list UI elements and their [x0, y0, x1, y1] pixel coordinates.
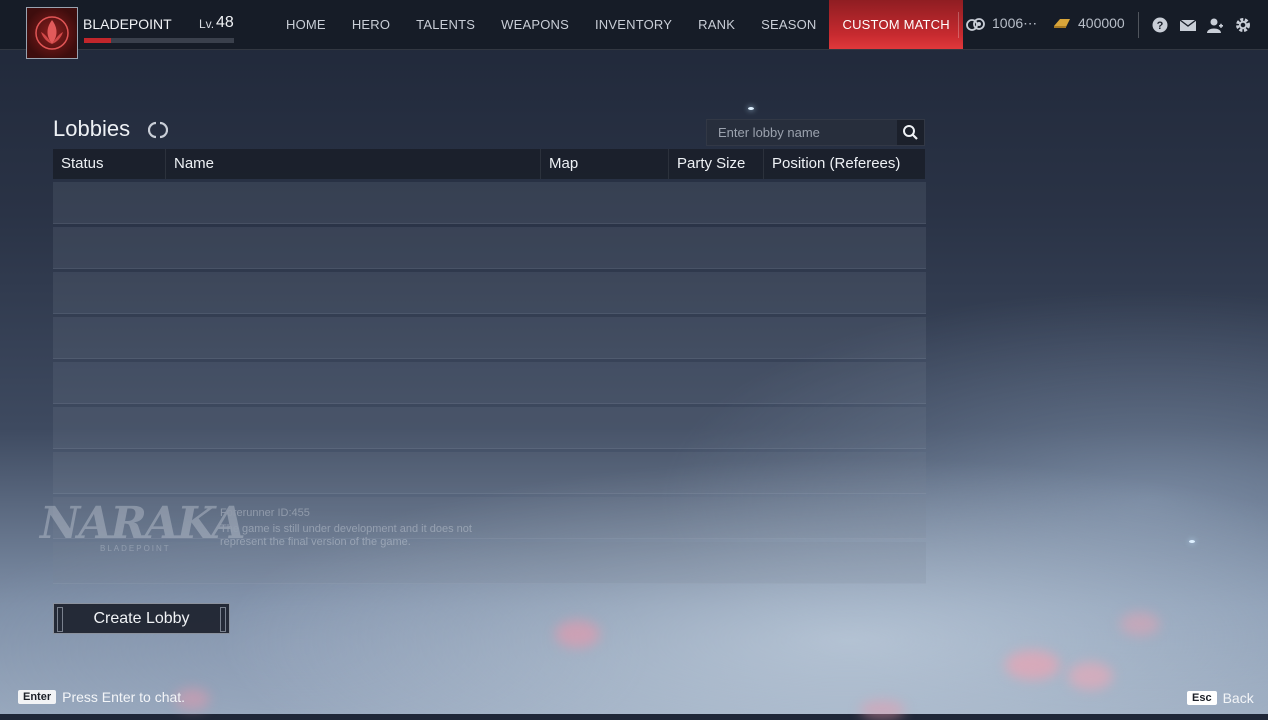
column-header-position[interactable]: Position (Referees) — [764, 149, 925, 179]
chat-hint-text: Press Enter to chat. — [62, 689, 186, 705]
divider — [1138, 12, 1139, 38]
player-name: BLADEPOINT — [83, 16, 172, 32]
column-header-party-size[interactable]: Party Size — [669, 149, 764, 179]
lotus-light — [1005, 650, 1060, 680]
nav-rank[interactable]: RANK — [685, 0, 748, 49]
table-header: Status Name Map Party Size Position (Ref… — [53, 149, 925, 179]
table-row[interactable] — [53, 227, 926, 269]
table-row[interactable] — [53, 362, 926, 404]
cloud-coin-icon — [966, 17, 985, 31]
emblem-icon — [35, 16, 69, 50]
gold-currency[interactable]: 400000 — [1052, 15, 1125, 31]
back-button[interactable]: Esc Back — [1187, 690, 1254, 706]
player-avatar[interactable] — [26, 7, 78, 59]
lobby-search — [706, 119, 925, 146]
coin-currency[interactable]: 1006⋯ — [966, 15, 1037, 32]
button-ornament — [57, 607, 63, 632]
coin-amount: 1006⋯ — [992, 15, 1038, 31]
divider — [958, 12, 959, 38]
development-note: The game is still under development and … — [220, 523, 472, 548]
refresh-icon[interactable] — [148, 120, 168, 140]
table-row[interactable] — [53, 182, 926, 224]
svg-text:?: ? — [1157, 20, 1164, 32]
xp-bar — [84, 38, 234, 43]
nav-custom-match[interactable]: CUSTOM MATCH — [829, 0, 963, 49]
table-row[interactable] — [53, 407, 926, 449]
nav-hero[interactable]: HERO — [339, 0, 403, 49]
lotus-light — [555, 620, 600, 648]
lotus-light — [1068, 662, 1113, 690]
lotus-light — [1120, 612, 1160, 636]
level-prefix: Lv. — [199, 17, 215, 31]
column-header-map[interactable]: Map — [541, 149, 669, 179]
top-bar: BLADEPOINT Lv. 48 HOME HERO TALENTS WEAP… — [0, 0, 1268, 59]
esc-key: Esc — [1187, 691, 1217, 705]
nav-season[interactable]: SEASON — [748, 0, 829, 49]
chat-hint[interactable]: Enter Press Enter to chat. — [18, 689, 185, 705]
table-row[interactable] — [53, 452, 926, 494]
search-input[interactable] — [707, 120, 897, 145]
help-icon[interactable]: ? — [1151, 16, 1169, 34]
create-lobby-button[interactable]: Create Lobby — [53, 603, 230, 634]
page-title: Lobbies — [53, 116, 131, 141]
nav-home[interactable]: HOME — [273, 0, 339, 49]
friends-icon[interactable] — [1206, 16, 1224, 34]
search-button[interactable] — [897, 120, 924, 145]
column-header-name[interactable]: Name — [166, 149, 541, 179]
spark — [748, 107, 754, 110]
mail-icon[interactable] — [1179, 16, 1197, 34]
table-row[interactable] — [53, 272, 926, 314]
forerunner-id: Forerunner ID:455 — [220, 507, 310, 519]
xp-bar-fill — [84, 38, 111, 43]
lotus-light — [860, 700, 905, 720]
create-lobby-label: Create Lobby — [93, 610, 190, 627]
nav-weapons[interactable]: WEAPONS — [488, 0, 582, 49]
spark — [1189, 540, 1195, 543]
game-logo-subtitle: BLADEPOINT — [100, 544, 171, 553]
main-nav: HOME HERO TALENTS WEAPONS INVENTORY RANK… — [273, 0, 963, 49]
settings-icon[interactable] — [1234, 16, 1252, 34]
gold-ingot-icon — [1054, 19, 1070, 28]
back-label: Back — [1222, 690, 1254, 706]
nav-talents[interactable]: TALENTS — [403, 0, 488, 49]
watermark: NARAKA BLADEPOINT Forerunner ID:455 The … — [40, 498, 500, 558]
nav-inventory[interactable]: INVENTORY — [582, 0, 685, 49]
search-icon — [903, 125, 918, 140]
player-level: 48 — [216, 14, 234, 31]
table-row[interactable] — [53, 317, 926, 359]
column-header-status[interactable]: Status — [53, 149, 166, 179]
gold-amount: 400000 — [1078, 15, 1125, 31]
game-logo: NARAKA — [40, 498, 246, 549]
button-ornament — [220, 607, 226, 632]
enter-key: Enter — [18, 690, 57, 704]
